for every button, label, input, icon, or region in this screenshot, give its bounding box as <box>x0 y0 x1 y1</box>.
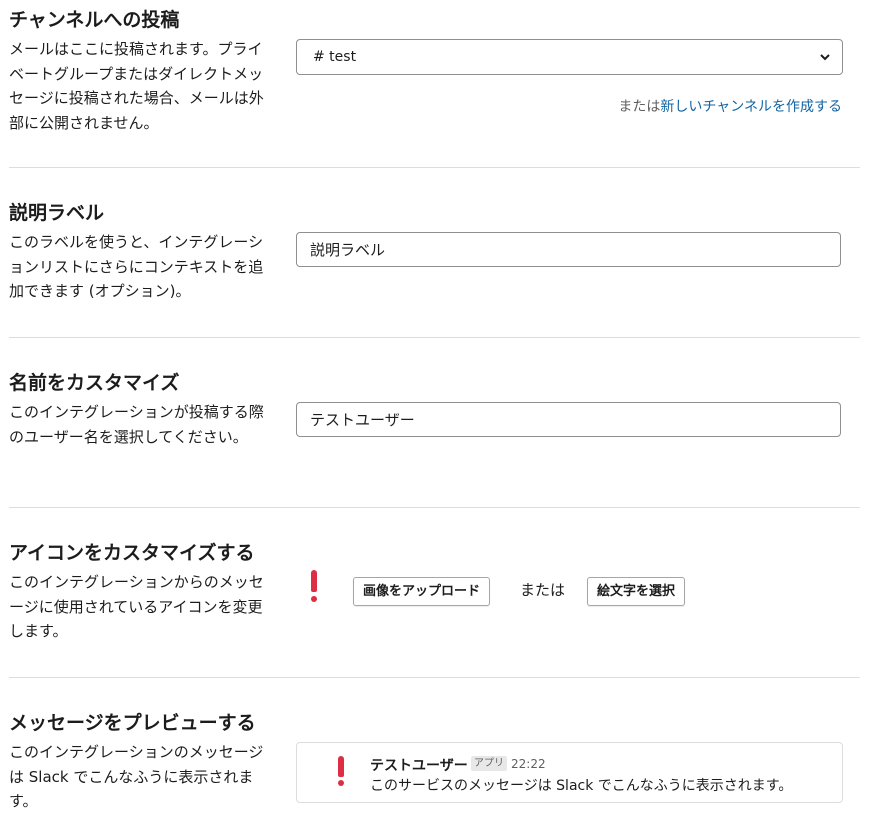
channel-section: チャンネルへの投稿 メールはここに投稿されます。プライベートグループまたはダイレ… <box>9 0 860 168</box>
name-section: 名前をカスタマイズ このインテグレーションが投稿する際のユーザー名を選択してくだ… <box>9 338 860 508</box>
channel-description: メールはここに投稿されます。プライベートグループまたはダイレクトメッセージに投稿… <box>9 40 264 132</box>
preview-title: メッセージをプレビューする <box>9 712 256 734</box>
name-title: 名前をカスタマイズ <box>9 372 180 394</box>
preview-timestamp: 22:22 <box>511 757 546 771</box>
label-section: 説明ラベル このラベルを使うと、インテグレーションリストにさらにコンテキストを追… <box>9 168 860 338</box>
channel-select[interactable]: # test <box>296 39 843 75</box>
channel-select-value: # test <box>313 49 357 65</box>
icon-title: アイコンをカスタマイズする <box>9 542 255 564</box>
create-channel-link[interactable]: 新しいチャンネルを作成する <box>660 99 842 115</box>
app-badge: アプリ <box>471 756 507 771</box>
name-input[interactable]: テストユーザー <box>296 402 841 437</box>
preview-username: テストユーザー <box>370 758 468 774</box>
label-description: このラベルを使うと、インテグレーションリストにさらにコンテキストを追加できます … <box>9 233 264 300</box>
upload-image-button[interactable]: 画像をアップロード <box>353 577 491 606</box>
chevron-down-icon <box>820 40 830 88</box>
preview-description: このインテグレーションのメッセージは Slack でこんなふうに表示されます。 <box>9 743 264 810</box>
message-preview: テストユーザー アプリ 22:22 このサービスのメッセージは Slack でこ… <box>296 742 843 803</box>
create-channel-line: または新しいチャンネルを作成する <box>618 96 842 116</box>
icon-description: このインテグレーションからのメッセージに使用されているアイコンを変更します。 <box>9 573 264 640</box>
exclamation-icon <box>311 570 317 602</box>
name-description: このインテグレーションが投稿する際のユーザー名を選択してください。 <box>9 403 264 446</box>
label-input[interactable]: 説明ラベル <box>296 232 841 267</box>
preview-message: このサービスのメッセージは Slack でこんなふうに表示されます。 <box>370 778 793 794</box>
or-text: または <box>618 99 661 115</box>
choose-emoji-button[interactable]: 絵文字を選択 <box>587 577 686 606</box>
preview-section: メッセージをプレビューする このインテグレーションのメッセージは Slack で… <box>9 678 860 824</box>
label-title: 説明ラベル <box>9 202 105 224</box>
exclamation-icon <box>338 756 344 786</box>
icon-section: アイコンをカスタマイズする このインテグレーションからのメッセージに使用されてい… <box>9 508 860 678</box>
icon-or-text: または <box>520 581 566 599</box>
channel-title: チャンネルへの投稿 <box>9 9 180 31</box>
